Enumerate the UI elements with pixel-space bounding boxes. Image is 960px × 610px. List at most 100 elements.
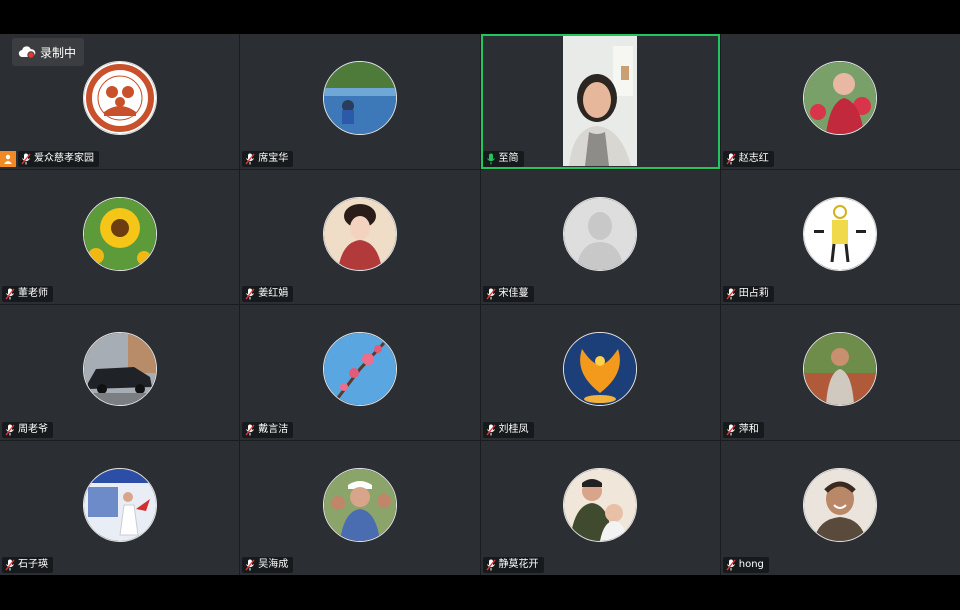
mic-muted-icon bbox=[5, 424, 15, 435]
participant-avatar bbox=[82, 196, 157, 271]
bottom-bar bbox=[0, 575, 960, 610]
logo-avatar bbox=[83, 62, 156, 135]
participant-name: hong bbox=[738, 559, 764, 570]
cloud-record-icon bbox=[18, 46, 36, 59]
default-avatar bbox=[564, 197, 637, 270]
participant-avatar bbox=[322, 467, 397, 542]
participant-avatar bbox=[803, 467, 878, 542]
mic-muted-icon bbox=[726, 288, 736, 300]
participant-nametag: 周老爷 bbox=[2, 421, 53, 438]
person-icon bbox=[4, 154, 12, 164]
participant-tile[interactable]: 赵志红 bbox=[720, 34, 960, 169]
participant-tile[interactable]: 董老师 bbox=[0, 169, 240, 304]
participant-nametag: 田占莉 bbox=[722, 286, 774, 302]
phoenix-image bbox=[564, 333, 637, 406]
participant-tile[interactable]: 萍和 bbox=[720, 305, 960, 440]
participant-name: 赵志红 bbox=[738, 152, 769, 164]
live-video bbox=[563, 36, 638, 166]
participant-video bbox=[563, 36, 638, 166]
participant-nametag: 静莫花开 bbox=[482, 557, 544, 573]
participant-avatar bbox=[803, 196, 878, 271]
participant-tile[interactable]: 宋佳蔓 bbox=[480, 169, 720, 304]
recording-label: 录制中 bbox=[40, 45, 77, 60]
mic-muted-icon bbox=[245, 559, 255, 571]
participant-tile[interactable]: 刘桂凤 bbox=[480, 305, 720, 440]
mic-muted-icon bbox=[485, 424, 496, 435]
participant-tile[interactable]: 戴言洁 bbox=[240, 305, 480, 440]
participant-nametag: 姜红娟 bbox=[242, 286, 294, 302]
mic-muted-icon bbox=[726, 153, 736, 164]
participant-name: 姜红娟 bbox=[258, 288, 289, 299]
participant-name: 爱众慈孝家园 bbox=[34, 152, 94, 164]
participant-tile-active-speaker[interactable]: 至简 bbox=[480, 34, 720, 169]
participant-name: 萍和 bbox=[738, 423, 759, 435]
participant-name: 董老师 bbox=[18, 288, 48, 299]
participant-avatar bbox=[563, 467, 638, 542]
mic-muted-icon bbox=[726, 424, 736, 435]
participant-nametag: 赵志红 bbox=[722, 150, 774, 167]
participant-avatar bbox=[82, 332, 157, 407]
participant-avatar bbox=[322, 332, 397, 407]
participant-nametag: 萍和 bbox=[722, 421, 764, 438]
participant-avatar bbox=[322, 61, 397, 136]
participant-tile[interactable]: 静莫花开 bbox=[480, 440, 720, 575]
mic-muted-icon bbox=[5, 288, 15, 300]
flowers-portrait-photo bbox=[804, 62, 877, 135]
participant-name: 席宝华 bbox=[258, 152, 289, 164]
sunflower-photo bbox=[83, 197, 156, 270]
participant-nametag: 爱众慈孝家园 bbox=[18, 150, 99, 167]
participant-name: 田占莉 bbox=[738, 288, 769, 299]
participant-tile[interactable]: 吴海成 bbox=[240, 440, 480, 575]
taichi-stage-photo bbox=[83, 468, 156, 541]
participant-name: 至简 bbox=[498, 152, 519, 164]
mic-muted-icon bbox=[726, 559, 736, 571]
participant-tile[interactable]: 田占莉 bbox=[720, 169, 960, 304]
recording-indicator[interactable]: 录制中 bbox=[12, 38, 85, 66]
participant-nametag: 刘桂凤 bbox=[482, 421, 534, 438]
participant-name: 石子瑛 bbox=[18, 559, 48, 570]
participant-tile[interactable]: 席宝华 bbox=[240, 34, 480, 169]
participant-nametag: 董老师 bbox=[2, 286, 53, 302]
host-badge bbox=[0, 150, 16, 167]
participant-name: 静莫花开 bbox=[498, 559, 539, 570]
lake-fishing-photo bbox=[323, 62, 396, 135]
mic-muted-icon bbox=[5, 559, 15, 571]
participant-tile[interactable]: 石子瑛 bbox=[0, 440, 240, 575]
car-photo bbox=[83, 333, 156, 406]
participant-avatar bbox=[563, 196, 638, 271]
participant-avatar bbox=[803, 332, 878, 407]
mic-muted-icon bbox=[21, 153, 31, 164]
participant-nametag: 石子瑛 bbox=[2, 557, 53, 573]
father-child-photo bbox=[564, 468, 637, 541]
participant-name: 刘桂凤 bbox=[498, 423, 529, 435]
participant-nametag: 戴言洁 bbox=[242, 421, 294, 438]
participant-tile[interactable]: 姜红娟 bbox=[240, 169, 480, 304]
group-man-cap-photo bbox=[323, 468, 396, 541]
participant-avatar bbox=[803, 61, 878, 136]
woman-outdoor-photo bbox=[804, 333, 877, 406]
participant-nametag: 宋佳蔓 bbox=[482, 286, 534, 302]
participant-nametag: 吴海成 bbox=[242, 557, 294, 573]
plum-blossom-photo bbox=[323, 333, 396, 406]
mic-muted-icon bbox=[245, 153, 255, 164]
smiling-woman-photo bbox=[804, 468, 877, 541]
participant-avatar bbox=[82, 61, 157, 136]
participant-avatar bbox=[563, 332, 638, 407]
participant-tile[interactable]: hong bbox=[720, 440, 960, 575]
mic-muted-icon bbox=[485, 288, 496, 300]
participant-tile[interactable]: 周老爷 bbox=[0, 305, 240, 440]
classical-beauty-painting bbox=[323, 197, 396, 270]
participant-nametag: 至简 bbox=[482, 150, 524, 167]
participant-name: 戴言洁 bbox=[258, 423, 289, 435]
participant-avatar bbox=[82, 467, 157, 542]
participant-name: 周老爷 bbox=[18, 423, 48, 435]
participant-name: 吴海成 bbox=[258, 559, 289, 570]
participant-name: 宋佳蔓 bbox=[498, 288, 529, 299]
mic-active-icon bbox=[486, 153, 495, 164]
mic-muted-icon bbox=[245, 424, 255, 435]
mic-muted-icon bbox=[485, 559, 496, 571]
participant-grid: 爱众慈孝家园 席宝华 至简 赵志红 董老师 姜红娟 宋佳蔓 田占莉 周老爷 戴言… bbox=[0, 34, 960, 575]
participant-nametag: hong bbox=[722, 557, 769, 573]
mic-muted-icon bbox=[245, 288, 255, 300]
top-bar bbox=[0, 0, 960, 34]
